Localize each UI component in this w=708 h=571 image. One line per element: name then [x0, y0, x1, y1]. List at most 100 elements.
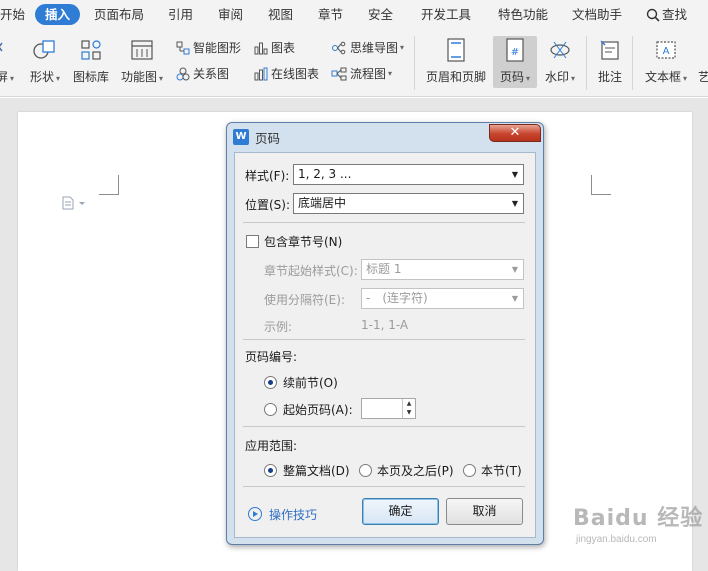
separator-select[interactable]: - (连字符) ▼ — [361, 288, 524, 309]
function-chart-button[interactable]: 功能图 ▾ — [119, 36, 165, 88]
online-chart-button[interactable]: 在线图表 — [254, 65, 319, 83]
section-divider — [243, 339, 525, 340]
tab-review[interactable]: 审阅 — [218, 4, 243, 25]
tab-home[interactable]: 开始 — [0, 4, 25, 25]
chart-button[interactable]: 图表 — [254, 39, 295, 57]
watermark-icon — [550, 41, 570, 59]
tips-link[interactable]: 操作技巧 — [269, 506, 317, 523]
svg-text:A: A — [663, 46, 670, 57]
tab-security[interactable]: 安全 — [368, 4, 393, 25]
icon-library-button[interactable]: 图标库 — [71, 36, 111, 88]
textbox-label: 文本框 — [644, 70, 681, 84]
flowchart-label: 流程图 — [350, 67, 387, 81]
cancel-button[interactable]: 取消 — [446, 498, 523, 525]
style-select[interactable]: 1, 2, 3 ... ▼ — [293, 164, 524, 185]
tab-insert[interactable]: 插入 — [35, 4, 81, 25]
icon-lib-label: 图标库 — [72, 70, 109, 84]
screen-button[interactable]: 屏 ▾ — [0, 36, 18, 88]
after-page-radio[interactable] — [359, 464, 372, 477]
function-chart-icon — [131, 40, 153, 60]
ok-button[interactable]: 确定 — [362, 498, 439, 525]
chevron-down-icon: ▼ — [511, 170, 518, 179]
paragraph-menu-icon[interactable] — [62, 196, 88, 213]
position-select[interactable]: 底端居中 ▼ — [293, 193, 524, 214]
relation-label: 关系图 — [193, 67, 230, 81]
flowchart-button[interactable]: 流程图 ▾ — [331, 65, 392, 83]
section-divider — [243, 486, 525, 487]
position-label: 位置(S): — [245, 198, 291, 212]
smart-shape-icon — [176, 41, 190, 55]
header-footer-button[interactable]: 页眉和页脚 — [423, 36, 489, 88]
after-page-label: 本页及之后(P) — [377, 464, 454, 478]
bar-chart-icon — [254, 42, 268, 55]
shape-button[interactable]: 形状 ▾ — [26, 36, 64, 88]
art-text-button[interactable]: 艺 — [696, 36, 708, 88]
toolbar-divider — [414, 36, 415, 90]
wps-app-icon: W — [233, 129, 249, 145]
flowchart-icon — [331, 67, 347, 81]
play-tips-icon[interactable] — [248, 507, 262, 521]
ribbon-tab-bar: 开始 插入 页面布局 引用 审阅 视图 章节 安全 开发工具 特色功能 文档助手… — [0, 0, 708, 30]
icon-library-icon — [81, 40, 101, 60]
example-value: 1-1, 1-A — [361, 318, 409, 332]
separator-value: - (连字符) — [366, 291, 428, 305]
search-icon — [646, 8, 660, 22]
screenshot-icon — [0, 42, 3, 52]
margin-corner-marker — [591, 175, 611, 195]
baidu-jingyan-watermark: Baidu 经验 jingyan.baidu.com — [573, 500, 704, 545]
dialog-body: 样式(F): 1, 2, 3 ... ▼ 位置(S): 底端居中 ▼ 包含章节号(N… — [234, 152, 536, 538]
watermark-label: 水印 — [544, 70, 569, 84]
section-divider — [243, 426, 525, 427]
comment-button[interactable]: 批注 — [593, 36, 627, 88]
style-label: 样式(F): — [245, 169, 290, 183]
header-footer-label: 页眉和页脚 — [425, 70, 486, 84]
include-chapter-label: 包含章节号(N) — [264, 235, 343, 249]
whole-doc-radio[interactable] — [264, 464, 277, 477]
chapter-style-label: 章节起始样式(C): — [264, 264, 358, 278]
stepper-arrows-icon[interactable]: ▲ ▼ — [402, 399, 415, 418]
chevron-down-icon: ▼ — [511, 199, 518, 208]
include-chapter-checkbox[interactable] — [246, 235, 259, 248]
position-value: 底端居中 — [298, 196, 347, 210]
continue-label: 续前节(O) — [283, 376, 338, 390]
mindmap-label: 思维导图 — [350, 41, 399, 55]
scope-heading: 应用范围: — [245, 439, 298, 453]
online-chart-icon — [254, 67, 268, 81]
this-section-radio[interactable] — [463, 464, 476, 477]
close-button[interactable]: ✕ — [489, 124, 541, 142]
tab-view[interactable]: 视图 — [268, 4, 293, 25]
smart-shape-button[interactable]: 智能图形 — [176, 39, 241, 57]
ribbon-toolbar: 屏 ▾ 形状 ▾ 图标库 功能图 ▾ 智能图形 图表 思维导图 ▾ 关系图 在线图表 流… — [0, 30, 708, 97]
relation-chart-button[interactable]: 关系图 — [176, 65, 229, 83]
dialog-title: 页码 — [255, 131, 281, 146]
tab-special-features[interactable]: 特色功能 — [498, 4, 548, 25]
shapes-icon — [33, 40, 55, 59]
start-at-radio[interactable] — [264, 403, 277, 416]
chapter-style-select[interactable]: 标题 1 ▼ — [361, 259, 524, 280]
style-value: 1, 2, 3 ... — [298, 167, 352, 181]
numbering-heading: 页码编号: — [245, 350, 298, 364]
smart-shape-label: 智能图形 — [193, 41, 242, 55]
mindmap-button[interactable]: 思维导图 ▾ — [331, 39, 404, 57]
close-icon: ✕ — [509, 125, 521, 140]
tab-references[interactable]: 引用 — [168, 4, 193, 25]
chapter-style-value: 标题 1 — [366, 262, 402, 276]
page-number-icon: # — [506, 38, 524, 62]
start-page-stepper[interactable]: ▲ ▼ — [361, 398, 416, 419]
tab-developer[interactable]: 开发工具 — [421, 4, 471, 25]
watermark-main-text: Baidu 经验 — [573, 506, 704, 531]
search-command[interactable]: 查找 — [646, 4, 687, 25]
comment-icon — [600, 40, 619, 60]
tab-chapter[interactable]: 章节 — [318, 4, 343, 25]
whole-doc-label: 整篇文档(D) — [283, 464, 350, 478]
textbox-icon: A — [656, 41, 676, 59]
tab-doc-assistant[interactable]: 文档助手 — [572, 4, 622, 25]
page-number-button[interactable]: # 页码 ▾ — [493, 36, 537, 88]
chart-label: 图表 — [271, 41, 296, 55]
example-label: 示例: — [264, 320, 293, 334]
tab-page-layout[interactable]: 页面布局 — [94, 4, 144, 25]
watermark-button[interactable]: 水印 ▾ — [541, 36, 579, 88]
mindmap-icon — [332, 41, 346, 55]
continue-radio[interactable] — [264, 376, 277, 389]
textbox-button[interactable]: A 文本框 ▾ — [640, 36, 692, 88]
